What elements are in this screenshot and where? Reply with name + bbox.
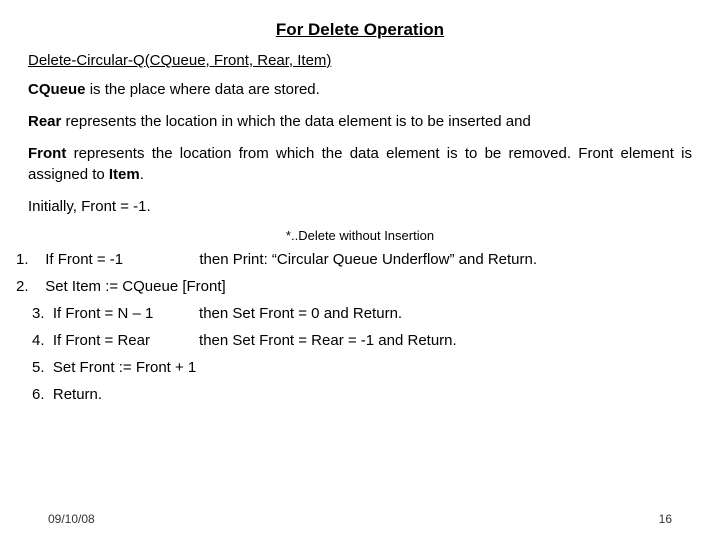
- step-2: 2. Set Item := CQueue [Front]: [16, 278, 692, 295]
- step-3: 3. If Front = N – 1 then Set Front = 0 a…: [32, 305, 692, 322]
- desc-cqueue-text: is the place where data are stored.: [90, 81, 320, 98]
- comment-line: *..Delete without Insertion: [28, 228, 692, 243]
- desc-front-tail: .: [140, 166, 144, 183]
- term-front: Front: [28, 145, 66, 162]
- step-4: 4. If Front = Rear then Set Front = Rear…: [32, 332, 692, 349]
- step-4-cond: If Front = Rear: [53, 332, 195, 349]
- footer-date: 09/10/08: [48, 512, 95, 526]
- step-1-num: 1.: [16, 251, 29, 268]
- step-4-num: 4.: [32, 332, 45, 349]
- step-1-act: then Print: “Circular Queue Underflow” a…: [199, 251, 537, 268]
- step-6: 6. Return.: [32, 386, 692, 403]
- step-1-cond: If Front = -1: [45, 251, 195, 268]
- step-3-num: 3.: [32, 305, 45, 322]
- term-rear: Rear: [28, 113, 61, 130]
- desc-rear: Rear represents the location in which th…: [28, 111, 692, 133]
- step-5-num: 5.: [32, 359, 45, 376]
- function-signature: Delete-Circular-Q(CQueue, Front, Rear, I…: [28, 52, 692, 69]
- slide: For Delete Operation Delete-Circular-Q(C…: [0, 0, 720, 540]
- step-6-text: Return.: [53, 386, 102, 403]
- step-6-num: 6.: [32, 386, 45, 403]
- desc-rear-text: represents the location in which the dat…: [66, 113, 531, 130]
- desc-initial: Initially, Front = -1.: [28, 196, 692, 218]
- step-3-cond: If Front = N – 1: [53, 305, 195, 322]
- step-2-num: 2.: [16, 278, 29, 295]
- desc-cqueue: CQueue is the place where data are store…: [28, 79, 692, 101]
- footer: 09/10/08 16: [0, 512, 720, 526]
- step-2-text: Set Item := CQueue [Front]: [45, 278, 226, 295]
- step-1: 1. If Front = -1 then Print: “Circular Q…: [16, 251, 692, 268]
- heading-title: For Delete Operation: [28, 20, 692, 40]
- step-5-text: Set Front := Front + 1: [53, 359, 196, 376]
- step-5: 5. Set Front := Front + 1: [32, 359, 692, 376]
- step-4-act: then Set Front = Rear = -1 and Return.: [199, 332, 457, 349]
- term-item: Item: [109, 166, 140, 183]
- step-3-act: then Set Front = 0 and Return.: [199, 305, 402, 322]
- desc-front: Front represents the location from which…: [28, 143, 692, 187]
- term-cqueue: CQueue: [28, 81, 86, 98]
- footer-page: 16: [659, 512, 672, 526]
